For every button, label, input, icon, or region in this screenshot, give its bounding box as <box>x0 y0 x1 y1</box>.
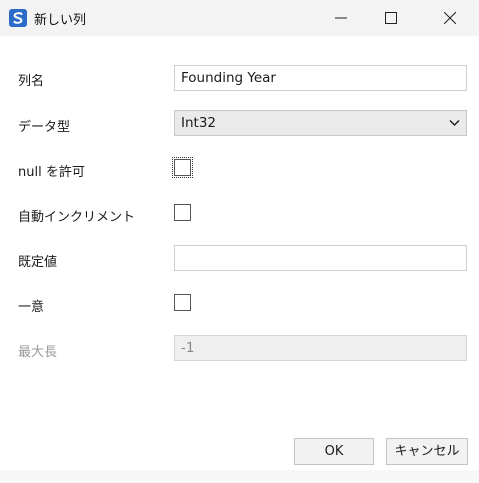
app-logo-icon <box>9 9 27 27</box>
minimize-button[interactable] <box>318 0 364 36</box>
default-value-label: 既定値 <box>18 255 58 270</box>
default-value-input[interactable] <box>174 245 467 271</box>
auto-increment-checkbox[interactable] <box>174 204 191 221</box>
close-button[interactable] <box>427 0 473 36</box>
window-title: 新しい列 <box>34 13 87 28</box>
maximize-icon <box>385 12 397 24</box>
background-window-peek <box>0 470 479 483</box>
title-bar[interactable]: 新しい列 <box>0 0 479 36</box>
unique-checkbox[interactable] <box>174 294 191 311</box>
column-name-input[interactable]: Founding Year <box>174 65 467 91</box>
unique-label: 一意 <box>18 300 45 315</box>
data-type-label: データ型 <box>18 120 71 135</box>
auto-increment-label: 自動インクリメント <box>18 210 136 225</box>
data-type-select[interactable]: Int32 <box>174 110 467 136</box>
ok-button[interactable]: OK <box>294 438 374 465</box>
allow-null-checkbox[interactable] <box>172 157 193 178</box>
close-icon <box>444 12 456 24</box>
maximize-button[interactable] <box>368 0 414 36</box>
allow-null-label: null を許可 <box>18 165 85 180</box>
column-name-label: 列名 <box>18 74 45 89</box>
data-type-value: Int32 <box>181 115 217 131</box>
minimize-icon <box>335 17 347 19</box>
cancel-button[interactable]: キャンセル <box>386 438 468 465</box>
chevron-down-icon <box>449 119 460 127</box>
max-length-label: 最大長 <box>18 345 58 360</box>
max-length-input: -1 <box>174 335 467 361</box>
